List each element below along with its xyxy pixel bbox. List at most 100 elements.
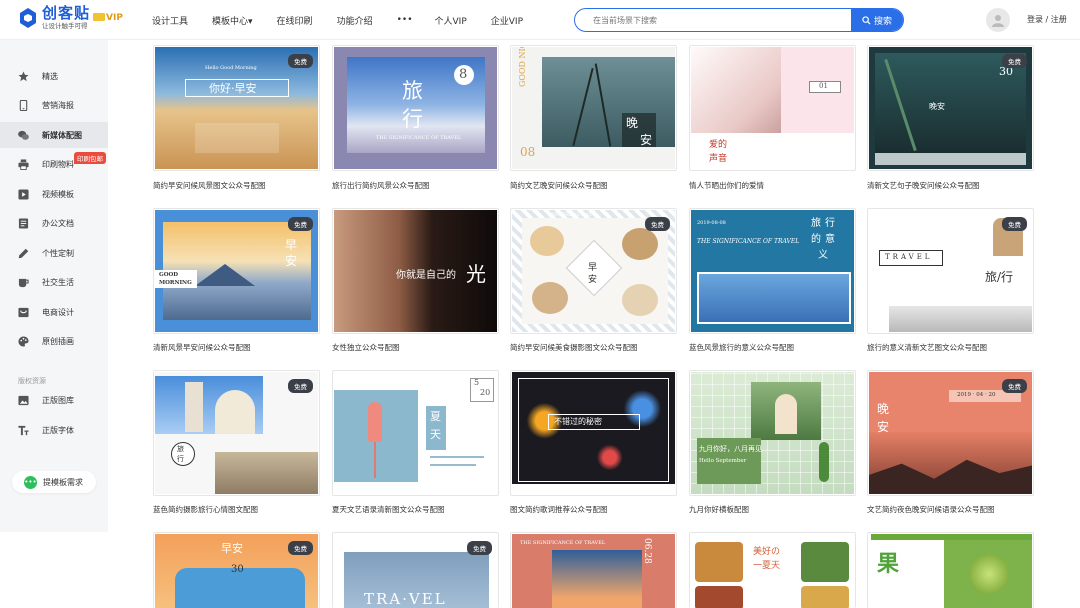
sidebar-item-social[interactable]: 社交生活	[0, 269, 108, 295]
template-thumbnail: 美好の 一夏天	[691, 534, 854, 608]
nav-more[interactable]: •••	[397, 15, 413, 25]
sidebar-item-office[interactable]: 办公文档	[0, 210, 108, 236]
template-title[interactable]: 清新风景早安问候公众号配图	[153, 342, 251, 353]
login-register-link[interactable]: 登录 / 注册	[1027, 14, 1067, 25]
template-card[interactable]: THE SIGNIFICANCE OF TRAVEL 06.28	[510, 532, 677, 608]
cup-icon	[18, 278, 29, 287]
template-card[interactable]: 九月你好，八月再见 Hello September	[689, 370, 856, 496]
nav-online-print[interactable]: 在线印刷	[277, 14, 313, 27]
nav-enterprise-vip[interactable]: 企业VIP	[491, 14, 523, 27]
nav-template-center[interactable]: 模板中心▾	[212, 14, 253, 27]
template-card[interactable]: 美好の 一夏天	[689, 532, 856, 608]
free-badge: 免费	[1002, 217, 1027, 231]
template-thumbnail: 夏 天 5 20	[334, 372, 497, 494]
template-title[interactable]: 简约文艺晚安问候公众号配图	[510, 180, 608, 191]
free-badge: 免费	[288, 217, 313, 231]
template-title[interactable]: 文艺简约夜色晚安问候语录公众号配图	[867, 504, 995, 515]
template-title[interactable]: 九月你好横板配图	[689, 504, 749, 515]
template-card[interactable]: 晚安 30 免费	[867, 45, 1034, 171]
pen-icon	[18, 248, 29, 258]
template-title[interactable]: 清新文艺句子晚安问候公众号配图	[867, 180, 980, 191]
search-icon	[862, 15, 871, 25]
template-title[interactable]: 蓝色风景旅行的意义公众号配图	[689, 342, 794, 353]
template-card[interactable]: 晚 安 2019 · 04 · 20 免费	[867, 370, 1034, 496]
font-icon	[18, 425, 29, 435]
template-thumbnail: 果	[869, 534, 1032, 608]
template-title[interactable]: 蓝色简约摄影旅行心情图文配图	[153, 504, 258, 515]
template-card[interactable]: 不错过的秘密	[510, 370, 677, 496]
free-badge: 免费	[288, 379, 313, 393]
template-card[interactable]: TRAVEL 旅/行 免费	[867, 208, 1034, 334]
logo-icon	[20, 7, 36, 28]
nav-design-tools[interactable]: 设计工具	[152, 14, 188, 27]
sidebar-item-stock-images[interactable]: 正版图库	[0, 387, 108, 413]
sidebar: 精选 营销海报 新媒体配图 印刷物料 印刷包邮 视频模板 办公文档 个性定制 社…	[0, 40, 108, 532]
logo-name: 创客贴	[42, 4, 91, 22]
wechat-icon	[18, 130, 29, 140]
template-title[interactable]: 情人节晒出你们的爱情	[689, 180, 764, 191]
template-thumbnail: 你就是自己的 光	[334, 210, 497, 332]
template-card[interactable]: 早 安 MOTHERS DAY 免费	[510, 208, 677, 334]
template-thumbnail: 旅 行 THE SIGNIFICANCE OF TRAVEL 8	[334, 47, 497, 169]
template-request-button[interactable]: ••• 提模板需求	[12, 471, 96, 493]
search-input[interactable]	[575, 9, 851, 31]
sidebar-item-video[interactable]: 视频模板	[0, 181, 108, 207]
template-card[interactable]: 2019-08-08 THE SIGNIFICANCE OF TRAVEL 旅 …	[689, 208, 856, 334]
logo[interactable]: 创客贴 让设计触手可得 VIP	[18, 6, 123, 30]
vip-badge[interactable]: VIP	[93, 13, 123, 23]
template-thumbnail: 01 爱的 声音	[691, 47, 854, 169]
template-card[interactable]: 旅 行 免费	[153, 370, 320, 496]
template-title[interactable]: 图文简约歌词推荐公众号配图	[510, 504, 608, 515]
template-thumbnail: THE SIGNIFICANCE OF TRAVEL 06.28	[512, 534, 675, 608]
user-icon	[992, 15, 1004, 27]
template-thumbnail: 不错过的秘密	[512, 372, 675, 494]
shop-icon	[18, 307, 29, 317]
sidebar-item-fonts[interactable]: 正版字体	[0, 417, 108, 443]
template-title[interactable]: 旅行出行简约风景公众号配图	[332, 180, 430, 191]
chat-icon: •••	[24, 475, 37, 489]
search-bar: 搜索	[574, 8, 904, 32]
template-thumbnail: 九月你好，八月再见 Hello September	[691, 372, 854, 494]
free-shipping-badge: 印刷包邮	[74, 152, 106, 164]
template-title[interactable]: 夏天文艺语录清新图文公众号配图	[332, 504, 445, 515]
crown-icon	[93, 13, 106, 22]
star-icon	[18, 70, 29, 81]
sidebar-item-custom[interactable]: 个性定制	[0, 240, 108, 266]
printer-icon	[18, 158, 29, 170]
template-card[interactable]: 早 安 GOOD MORNING 免费	[153, 208, 320, 334]
logo-slogan: 让设计触手可得	[42, 22, 88, 30]
free-badge: 免费	[467, 541, 492, 555]
avatar[interactable]	[986, 8, 1010, 32]
main-nav: 设计工具 模板中心▾ 在线印刷 功能介绍 ••• 个人VIP 企业VIP	[152, 0, 547, 40]
template-card[interactable]: 你就是自己的 光	[332, 208, 499, 334]
free-badge: 免费	[1002, 379, 1027, 393]
sidebar-item-new-media[interactable]: 新媒体配图	[0, 122, 108, 148]
template-card[interactable]: 旅 行 THE SIGNIFICANCE OF TRAVEL 8	[332, 45, 499, 171]
template-card[interactable]: GOOD NIGHT 08 晚 安	[510, 45, 677, 171]
search-button[interactable]: 搜索	[851, 9, 903, 31]
template-card[interactable]: 你好·早安 Hello Good Morning 免费	[153, 45, 320, 171]
nav-features[interactable]: 功能介绍	[337, 14, 373, 27]
template-thumbnail: GOOD NIGHT 08 晚 安	[512, 47, 675, 169]
template-title[interactable]: 简约早安问候美食摄影图文公众号配图	[510, 342, 638, 353]
template-title[interactable]: 简约早安问候风景图文公众号配图	[153, 180, 266, 191]
template-card[interactable]: 夏 天 5 20	[332, 370, 499, 496]
sidebar-item-print[interactable]: 印刷物料 印刷包邮	[0, 151, 108, 177]
image-icon	[18, 395, 29, 405]
template-card[interactable]: 早安 30 免费	[153, 532, 320, 608]
sidebar-item-illustration[interactable]: 原创插画	[0, 328, 108, 354]
template-card[interactable]: TRA·VEL 免费	[332, 532, 499, 608]
free-badge: 免费	[288, 54, 313, 68]
document-icon	[18, 217, 29, 229]
free-badge: 免费	[1002, 54, 1027, 68]
template-card[interactable]: 果	[867, 532, 1034, 608]
sidebar-item-ecommerce[interactable]: 电商设计	[0, 299, 108, 325]
template-card[interactable]: 01 爱的 声音	[689, 45, 856, 171]
nav-personal-vip[interactable]: 个人VIP	[435, 14, 467, 27]
template-title[interactable]: 旅行的意义清新文艺图文公众号配图	[867, 342, 987, 353]
top-header: 创客贴 让设计触手可得 VIP 设计工具 模板中心▾ 在线印刷 功能介绍 •••…	[0, 0, 1080, 40]
template-title[interactable]: 女性独立公众号配图	[332, 342, 400, 353]
sidebar-item-posters[interactable]: 营销海报	[0, 92, 108, 118]
palette-icon	[18, 335, 29, 347]
sidebar-item-featured[interactable]: 精选	[0, 63, 108, 89]
